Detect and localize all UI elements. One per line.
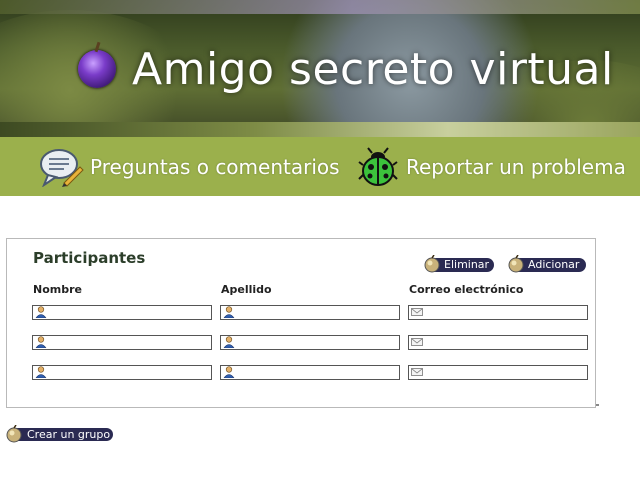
delete-button[interactable]: Eliminar	[424, 255, 494, 273]
plum-icon	[508, 255, 524, 273]
nav-bar: Preguntas o comentarios Reportar un prob…	[0, 137, 640, 196]
nav-item-label: Reportar un problema	[406, 155, 626, 179]
create-group-button[interactable]: Crear un grupo	[6, 425, 113, 443]
add-button[interactable]: Adicionar	[508, 255, 586, 273]
user-icon	[35, 336, 47, 348]
plum-icon	[424, 255, 440, 273]
user-icon	[223, 366, 235, 378]
chat-bubble-pencil-icon	[40, 149, 84, 187]
user-icon	[35, 366, 47, 378]
add-button-label: Adicionar	[528, 258, 580, 271]
participants-panel: Participantes Eliminar Adicionar Nombre …	[6, 238, 596, 408]
header-banner: Amigo secreto virtual	[0, 0, 640, 137]
user-icon	[35, 306, 47, 318]
resize-handle[interactable]	[596, 404, 599, 406]
envelope-icon	[411, 368, 423, 376]
envelope-icon	[411, 338, 423, 346]
nav-item-label: Preguntas o comentarios	[90, 155, 340, 179]
envelope-icon	[411, 308, 423, 316]
nombre-field[interactable]	[32, 335, 212, 350]
banner-bottom-band	[0, 122, 640, 137]
email-field[interactable]	[408, 305, 588, 320]
email-field[interactable]	[408, 365, 588, 380]
plum-icon	[78, 50, 116, 88]
column-header-apellido: Apellido	[221, 283, 272, 296]
panel-title: Participantes	[33, 249, 146, 267]
ladybug-icon	[358, 147, 398, 186]
delete-button-label: Eliminar	[444, 258, 490, 271]
plum-icon	[6, 425, 22, 443]
create-group-label: Crear un grupo	[27, 428, 111, 441]
app-title: Amigo secreto virtual	[132, 44, 614, 95]
user-icon	[223, 306, 235, 318]
nombre-field[interactable]	[32, 365, 212, 380]
email-field[interactable]	[408, 335, 588, 350]
banner-top-band	[0, 0, 640, 14]
apellido-field[interactable]	[220, 335, 400, 350]
nav-item-comments[interactable]: Preguntas o comentarios	[40, 145, 340, 189]
nav-item-report-problem[interactable]: Reportar un problema	[358, 145, 626, 189]
user-icon	[223, 336, 235, 348]
apellido-field[interactable]	[220, 365, 400, 380]
nombre-field[interactable]	[32, 305, 212, 320]
apellido-field[interactable]	[220, 305, 400, 320]
column-header-correo: Correo electrónico	[409, 283, 524, 296]
column-header-nombre: Nombre	[33, 283, 82, 296]
